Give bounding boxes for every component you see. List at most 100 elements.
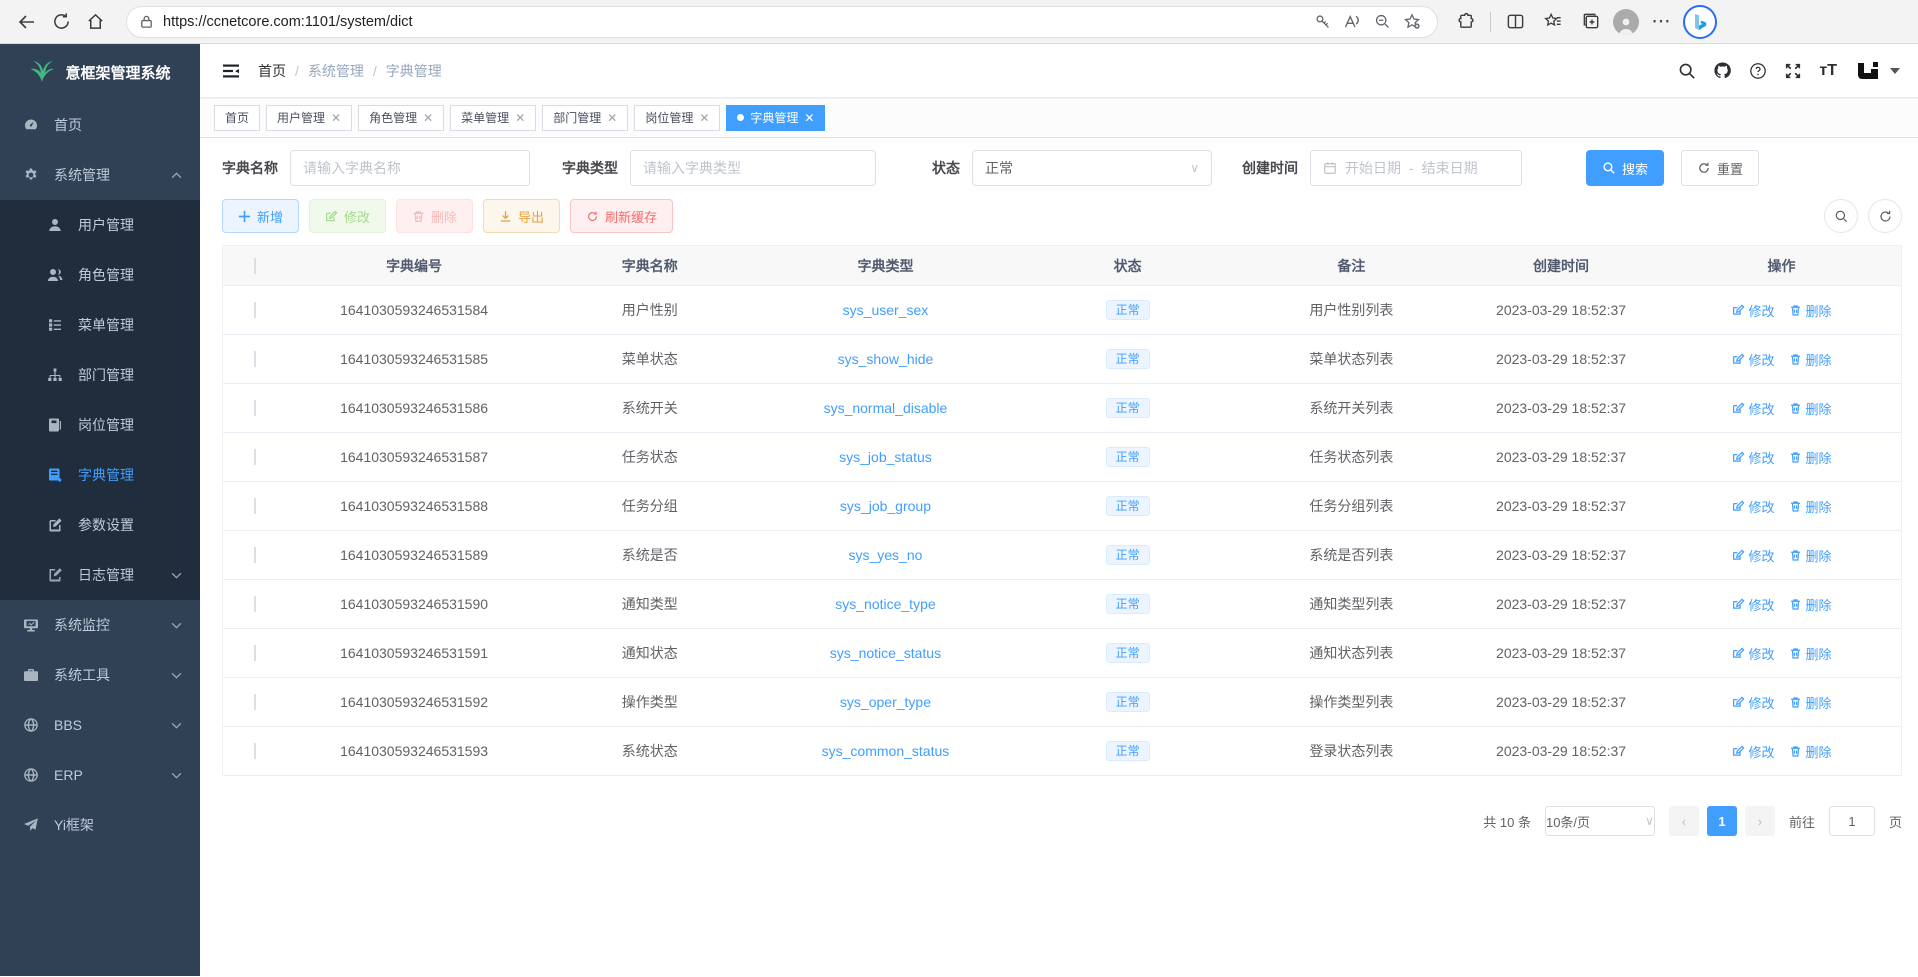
sidebar-item-BBS[interactable]: BBS [0, 700, 200, 750]
tab-首页[interactable]: 首页 [214, 105, 260, 131]
row-delete-link[interactable]: 删除 [1789, 595, 1832, 614]
settings-more-icon[interactable]: ⋯ [1645, 6, 1677, 38]
current-page[interactable]: 1 [1707, 806, 1737, 836]
font-size-icon[interactable]: ᴛT [1819, 62, 1837, 80]
goto-page-input[interactable] [1829, 806, 1875, 836]
row-edit-link[interactable]: 修改 [1732, 448, 1775, 467]
tab-用户管理[interactable]: 用户管理✕ [266, 105, 352, 131]
favorite-star-icon[interactable] [1397, 7, 1427, 37]
row-checkbox[interactable] [254, 400, 256, 416]
dict-type-link[interactable]: sys_notice_type [835, 596, 935, 612]
row-checkbox[interactable] [254, 302, 256, 318]
row-edit-link[interactable]: 修改 [1732, 595, 1775, 614]
dict-type-input[interactable] [643, 160, 863, 176]
dict-type-link[interactable]: sys_normal_disable [824, 400, 948, 416]
help-icon[interactable] [1749, 62, 1767, 80]
bing-copilot-icon[interactable] [1683, 5, 1717, 39]
collections-icon[interactable] [1575, 6, 1607, 38]
status-select[interactable]: 正常 ∨ [972, 150, 1212, 186]
page-size-select[interactable]: 10条/页 ∨ [1545, 806, 1655, 836]
sidebar-item-Yi框架[interactable]: Yi框架 [0, 800, 200, 850]
export-button[interactable]: 导出 [483, 199, 560, 233]
row-edit-link[interactable]: 修改 [1732, 497, 1775, 516]
add-button[interactable]: 新增 [222, 199, 299, 233]
reset-button[interactable]: 重置 [1681, 150, 1759, 186]
row-checkbox[interactable] [254, 743, 256, 759]
row-delete-link[interactable]: 删除 [1789, 301, 1832, 320]
row-checkbox[interactable] [254, 498, 256, 514]
favorites-hub-icon[interactable] [1537, 6, 1569, 38]
refresh-table-button[interactable] [1868, 199, 1902, 233]
dict-type-link[interactable]: sys_yes_no [848, 547, 922, 563]
sidebar-item-角色管理[interactable]: 角色管理 [0, 250, 200, 300]
sidebar-item-日志管理[interactable]: 日志管理 [0, 550, 200, 600]
sidebar-item-首页[interactable]: 首页 [0, 100, 200, 150]
split-screen-icon[interactable] [1499, 6, 1531, 38]
tab-岗位管理[interactable]: 岗位管理✕ [634, 105, 720, 131]
sidebar-item-系统工具[interactable]: 系统工具 [0, 650, 200, 700]
breadcrumb-home[interactable]: 首页 [258, 61, 286, 81]
sidebar-item-部门管理[interactable]: 部门管理 [0, 350, 200, 400]
dict-type-link[interactable]: sys_user_sex [843, 302, 929, 318]
sidebar-item-系统管理[interactable]: 系统管理 [0, 150, 200, 200]
search-button[interactable]: 搜索 [1586, 150, 1664, 186]
row-delete-link[interactable]: 删除 [1789, 350, 1832, 369]
sidebar-item-字典管理[interactable]: 字典管理 [0, 450, 200, 500]
sidebar-item-岗位管理[interactable]: 岗位管理 [0, 400, 200, 450]
row-edit-link[interactable]: 修改 [1732, 301, 1775, 320]
row-delete-link[interactable]: 删除 [1789, 693, 1832, 712]
fullscreen-icon[interactable] [1784, 62, 1802, 80]
extensions-icon[interactable] [1450, 6, 1482, 38]
tab-close-icon[interactable]: ✕ [804, 111, 814, 125]
sidebar-item-用户管理[interactable]: 用户管理 [0, 200, 200, 250]
tab-字典管理[interactable]: 字典管理✕ [726, 105, 825, 131]
header-search-icon[interactable] [1678, 62, 1696, 80]
row-checkbox[interactable] [254, 645, 256, 661]
row-checkbox[interactable] [254, 449, 256, 465]
delete-button[interactable]: 删除 [396, 199, 473, 233]
dict-type-link[interactable]: sys_common_status [822, 743, 950, 759]
tab-close-icon[interactable]: ✕ [331, 111, 341, 125]
dict-name-input[interactable] [303, 160, 517, 176]
sidebar-item-菜单管理[interactable]: 菜单管理 [0, 300, 200, 350]
next-page-button[interactable]: › [1745, 806, 1775, 836]
sidebar-item-参数设置[interactable]: 参数设置 [0, 500, 200, 550]
row-edit-link[interactable]: 修改 [1732, 644, 1775, 663]
sidebar-item-ERP[interactable]: ERP [0, 750, 200, 800]
row-edit-link[interactable]: 修改 [1732, 350, 1775, 369]
row-edit-link[interactable]: 修改 [1732, 693, 1775, 712]
tab-close-icon[interactable]: ✕ [699, 111, 709, 125]
tab-部门管理[interactable]: 部门管理✕ [542, 105, 628, 131]
user-brand-menu[interactable] [1854, 57, 1900, 85]
date-range-picker[interactable]: 开始日期 - 结束日期 [1310, 150, 1522, 186]
tab-角色管理[interactable]: 角色管理✕ [358, 105, 444, 131]
dict-type-link[interactable]: sys_job_group [840, 498, 931, 514]
row-edit-link[interactable]: 修改 [1732, 399, 1775, 418]
row-edit-link[interactable]: 修改 [1732, 546, 1775, 565]
tab-菜单管理[interactable]: 菜单管理✕ [450, 105, 536, 131]
dict-type-link[interactable]: sys_show_hide [838, 351, 934, 367]
row-delete-link[interactable]: 删除 [1789, 546, 1832, 565]
row-checkbox[interactable] [254, 596, 256, 612]
browser-refresh-button[interactable] [44, 5, 78, 39]
browser-profile-avatar[interactable] [1613, 9, 1639, 35]
tab-close-icon[interactable]: ✕ [607, 111, 617, 125]
row-edit-link[interactable]: 修改 [1732, 742, 1775, 761]
browser-back-button[interactable] [10, 5, 44, 39]
app-logo[interactable]: 意框架管理系统 [0, 44, 200, 100]
dict-type-link[interactable]: sys_notice_status [830, 645, 941, 661]
password-key-icon[interactable] [1307, 7, 1337, 37]
dict-type-link[interactable]: sys_job_status [839, 449, 932, 465]
toggle-search-button[interactable] [1824, 199, 1858, 233]
tab-close-icon[interactable]: ✕ [515, 111, 525, 125]
read-aloud-icon[interactable] [1337, 7, 1367, 37]
github-icon[interactable] [1713, 61, 1732, 80]
dict-type-link[interactable]: sys_oper_type [840, 694, 931, 710]
edit-button[interactable]: 修改 [309, 199, 386, 233]
row-delete-link[interactable]: 删除 [1789, 448, 1832, 467]
row-delete-link[interactable]: 删除 [1789, 399, 1832, 418]
zoom-out-icon[interactable] [1367, 7, 1397, 37]
row-delete-link[interactable]: 删除 [1789, 497, 1832, 516]
row-delete-link[interactable]: 删除 [1789, 644, 1832, 663]
prev-page-button[interactable]: ‹ [1669, 806, 1699, 836]
